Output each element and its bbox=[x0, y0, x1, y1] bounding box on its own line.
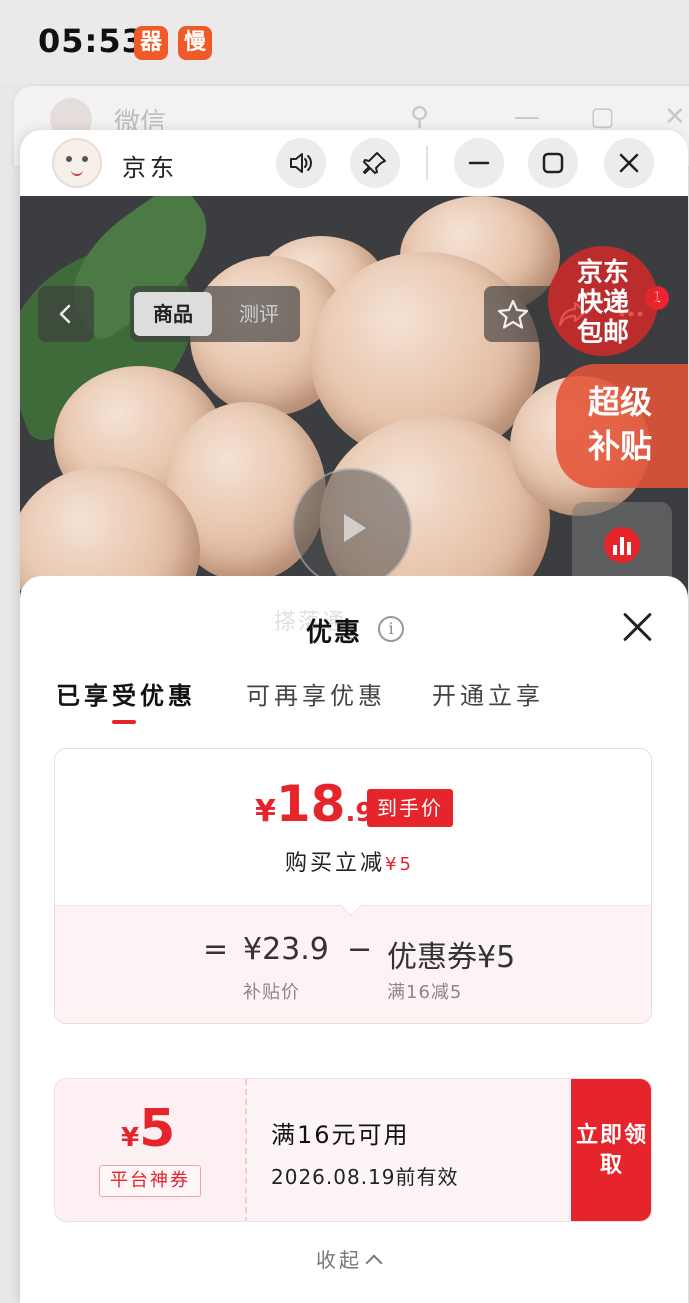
maximize-icon bbox=[542, 152, 564, 174]
maximize-icon: ▢ bbox=[590, 102, 615, 132]
final-price: ¥18.9 bbox=[255, 775, 373, 833]
equals-sign: = bbox=[203, 932, 229, 967]
jd-free-shipping-badge: 京东 快递 包邮 bbox=[548, 246, 658, 356]
coupon-condition: 满16元可用 bbox=[271, 1121, 410, 1149]
status-app-icon: 器 bbox=[134, 26, 168, 60]
minimize-icon bbox=[468, 161, 490, 165]
subsidy-price: ¥23.9 bbox=[243, 932, 329, 967]
claim-coupon-button[interactable]: 立即领取 bbox=[571, 1079, 651, 1221]
tab-product[interactable]: 商品 bbox=[134, 292, 212, 336]
coupon-deduction-label: 满16减5 bbox=[387, 982, 463, 1003]
close-window-button[interactable] bbox=[604, 138, 654, 188]
window-titlebar: 京东 bbox=[20, 130, 688, 196]
pin-icon bbox=[363, 152, 386, 174]
app-avatar-icon bbox=[52, 138, 102, 188]
minimize-icon: — bbox=[514, 102, 540, 132]
tab-review[interactable]: 测评 bbox=[226, 292, 292, 336]
chevron-left-icon bbox=[59, 304, 71, 324]
close-icon: ✕ bbox=[664, 102, 686, 132]
play-video-button[interactable] bbox=[292, 468, 412, 588]
active-tab-indicator bbox=[112, 720, 136, 724]
chart-icon bbox=[604, 527, 640, 563]
price-subtitle: 购买立减¥5 bbox=[285, 845, 414, 877]
status-bar: 05:53 器 慢 bbox=[0, 0, 689, 84]
coupon-amount-number: 5 bbox=[139, 1099, 176, 1159]
coupon-deduction: 优惠券¥5 bbox=[387, 940, 516, 975]
badge-line: 补贴 bbox=[588, 427, 653, 465]
currency-symbol: ¥ bbox=[255, 794, 276, 829]
back-button[interactable] bbox=[38, 286, 94, 342]
jd-window: 京东 商品 测评 京东 快递 包邮 超级 补贴 搽落通 优惠 i 已享受优惠 可… bbox=[20, 130, 688, 1303]
badge-line: 快递 bbox=[576, 288, 629, 318]
price-integer: 18 bbox=[275, 775, 346, 833]
price-card: ¥18.9 到手价 购买立减¥5 = ¥23.9 补贴价 − 优惠券¥5 满16… bbox=[54, 748, 652, 1024]
price-subtitle-text: 购买立减 bbox=[285, 851, 386, 876]
close-icon bbox=[619, 153, 639, 173]
badge-line: 京东 bbox=[576, 258, 629, 288]
star-icon[interactable] bbox=[496, 297, 530, 331]
final-price-tag: 到手价 bbox=[367, 789, 453, 827]
status-time: 05:53 bbox=[38, 22, 145, 60]
discount-sheet: 搽落通 优惠 i 已享受优惠 可再享优惠 开通立享 ¥18.9 到手价 购买立减… bbox=[20, 576, 688, 1303]
chevron-up-icon bbox=[365, 1254, 383, 1272]
coupon-expiry: 2026.08.19前有效 bbox=[271, 1165, 459, 1189]
price-subtitle-amount: ¥5 bbox=[385, 854, 414, 875]
window-title: 京东 bbox=[122, 154, 178, 182]
product-tab-switcher: 商品 测评 bbox=[130, 286, 300, 342]
sheet-title: 优惠 bbox=[306, 618, 363, 648]
titlebar-divider bbox=[426, 146, 428, 180]
maximize-button[interactable] bbox=[528, 138, 578, 188]
pin-button[interactable] bbox=[350, 138, 400, 188]
coupon-card: ¥5 平台神券 满16元可用 2026.08.19前有效 立即领取 bbox=[54, 1078, 652, 1222]
sound-button[interactable] bbox=[276, 138, 326, 188]
final-price-section: ¥18.9 到手价 购买立减¥5 bbox=[55, 749, 651, 905]
collapse-button[interactable]: 收起 bbox=[316, 1244, 383, 1273]
minimize-button[interactable] bbox=[454, 138, 504, 188]
badge-line: 超级 bbox=[588, 383, 653, 421]
tab-activate-now[interactable]: 开通立享 bbox=[432, 676, 544, 711]
subsidy-price-label: 补贴价 bbox=[243, 982, 300, 1003]
coupon-amount: ¥5 bbox=[121, 1099, 175, 1159]
price-breakdown: = ¥23.9 补贴价 − 优惠券¥5 满16减5 bbox=[55, 905, 651, 1023]
play-icon bbox=[344, 514, 366, 542]
tab-enjoyed-discounts[interactable]: 已享受优惠 bbox=[56, 676, 196, 711]
product-image[interactable]: 商品 测评 1 京东 快递 包邮 超级 补贴 bbox=[20, 196, 688, 616]
badge-line: 包邮 bbox=[576, 318, 629, 348]
pin-icon: ⚲ bbox=[410, 102, 430, 132]
coupon-value-section: ¥5 平台神券 bbox=[55, 1079, 245, 1221]
status-app-icon: 慢 bbox=[178, 26, 212, 60]
collapse-label: 收起 bbox=[316, 1248, 362, 1272]
tab-more-discounts[interactable]: 可再享优惠 bbox=[246, 676, 386, 711]
speaker-icon bbox=[290, 153, 312, 173]
coupon-currency: ¥ bbox=[121, 1123, 140, 1153]
minus-sign: − bbox=[347, 932, 373, 967]
info-icon[interactable]: i bbox=[378, 616, 404, 642]
super-subsidy-badge[interactable]: 超级 补贴 bbox=[556, 364, 688, 488]
discount-tabs: 已享受优惠 可再享优惠 开通立享 bbox=[56, 676, 656, 728]
close-sheet-button[interactable] bbox=[620, 610, 654, 644]
coupon-details: 满16元可用 2026.08.19前有效 bbox=[247, 1079, 571, 1221]
coupon-type-badge: 平台神券 bbox=[99, 1165, 201, 1197]
